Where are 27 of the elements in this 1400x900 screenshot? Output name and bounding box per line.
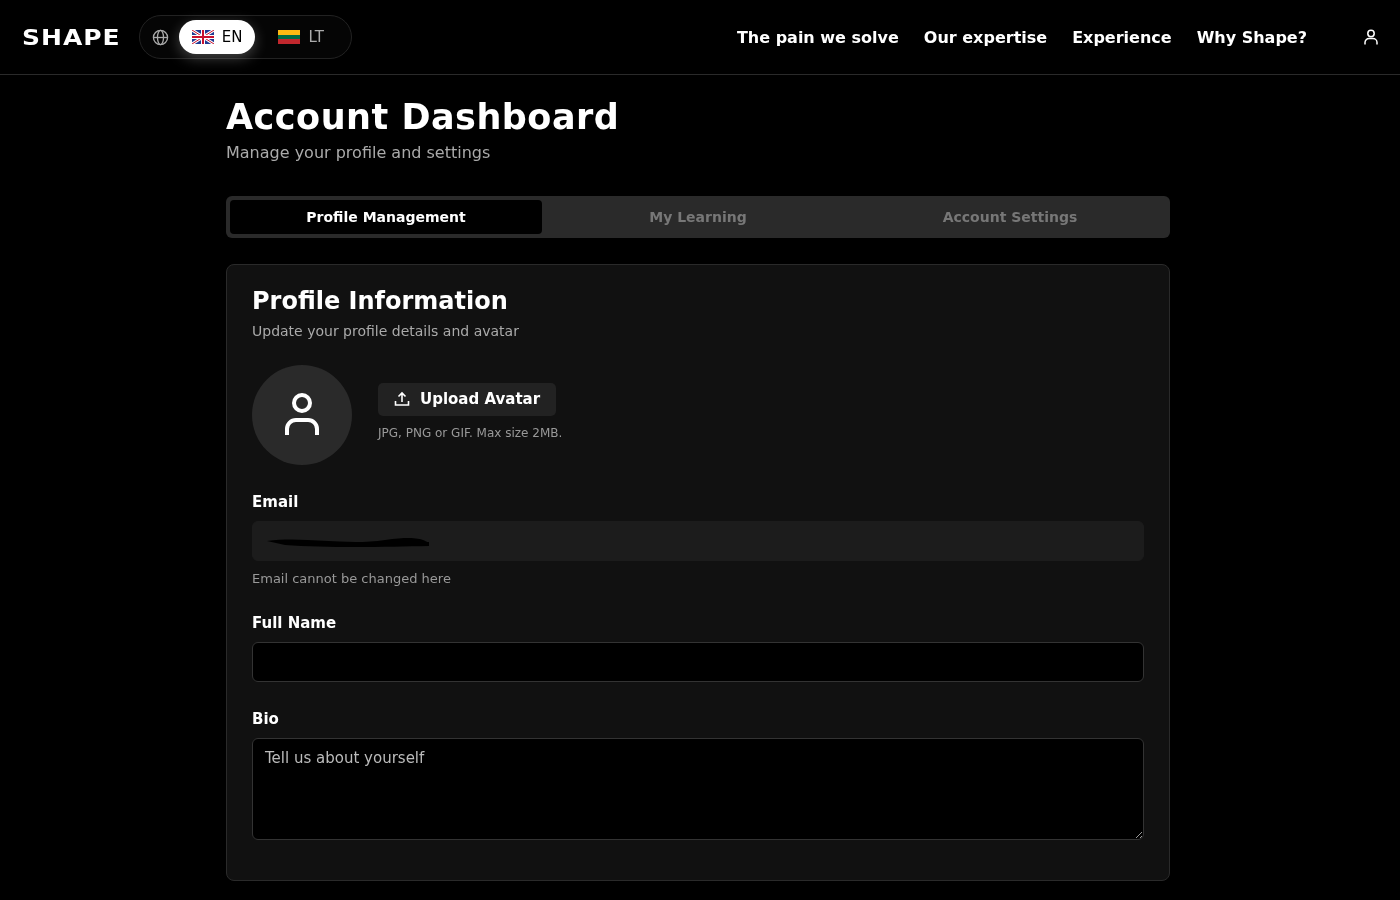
nav-link[interactable]: Experience [1072, 27, 1172, 47]
textarea-field[interactable]: Tell us about yourself [252, 738, 1144, 840]
card-title: Profile Information [252, 287, 509, 315]
upload-icon [394, 391, 410, 407]
flag-icon [278, 30, 301, 44]
input-field[interactable] [252, 521, 1144, 561]
field-label: Email [252, 493, 300, 511]
language-option[interactable]: EN [178, 20, 256, 54]
user-icon [284, 393, 320, 437]
nav-link[interactable]: The pain we solve [736, 27, 899, 47]
upload-hint: JPG, PNG or GIF. Max size 2MB. [378, 425, 563, 440]
upload-avatar-button[interactable]: Upload Avatar [378, 382, 557, 416]
user-icon[interactable] [1364, 29, 1378, 45]
tab[interactable]: Profile Management [230, 200, 542, 234]
card-subtitle: Update your profile details and avatar [252, 323, 520, 339]
page-subtitle: Manage your profile and settings [226, 143, 492, 162]
logo[interactable]: SHAPE [22, 24, 121, 50]
flag-icon [191, 30, 214, 44]
field-label: Full Name [252, 614, 338, 632]
field-label: Bio [252, 710, 280, 728]
language-option[interactable]: LT [265, 20, 337, 54]
nav-link[interactable]: Why Shape? [1196, 27, 1307, 47]
field-hint: Email cannot be changed here [252, 571, 452, 586]
page-title: Account Dashboard [226, 97, 621, 137]
input-field[interactable] [252, 642, 1144, 682]
globe-icon[interactable] [151, 28, 169, 46]
nav-link[interactable]: Our expertise [923, 27, 1048, 47]
